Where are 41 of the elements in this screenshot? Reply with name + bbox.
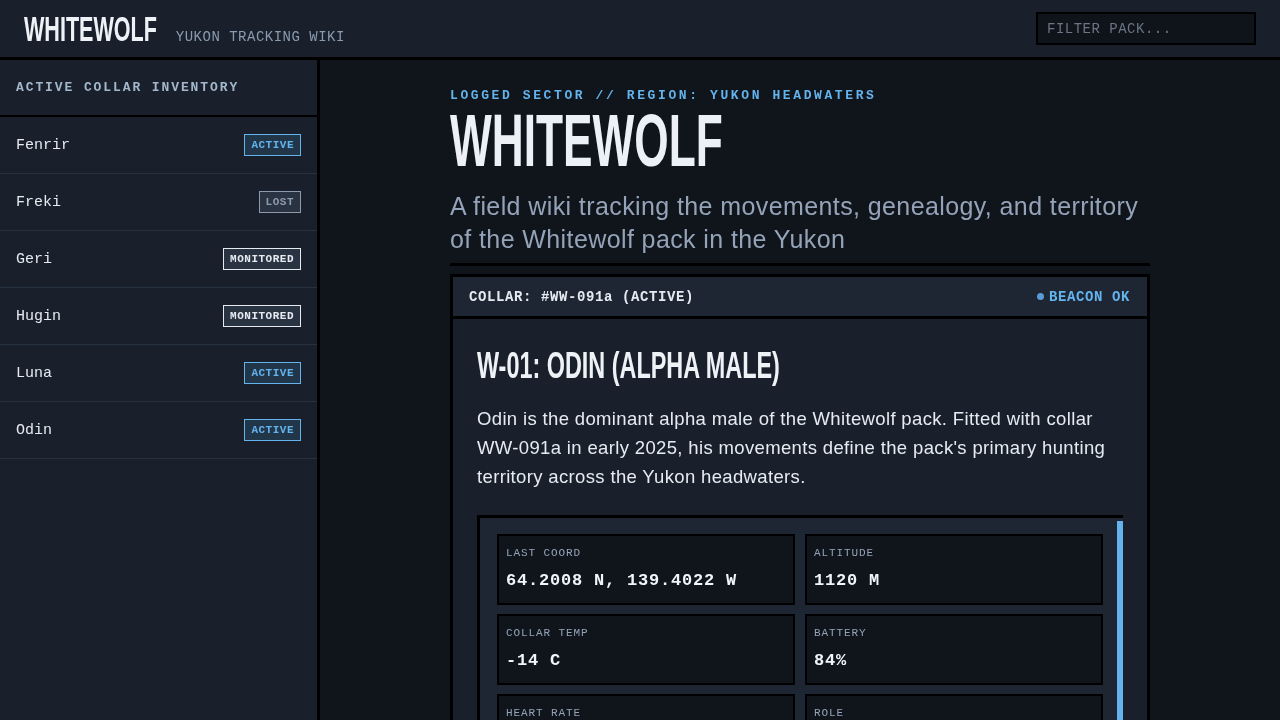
stat-label: HEART RATE: [506, 706, 582, 720]
wolf-name: Geri: [16, 250, 52, 268]
stat-label: ALTITUDE: [814, 546, 875, 560]
stat-value: 84%: [814, 650, 848, 672]
stat-value: -14 C: [506, 650, 562, 672]
status-badge: MONITORED: [223, 305, 301, 327]
status-badge: LOST: [258, 191, 301, 213]
status-badge: MONITORED: [223, 248, 301, 270]
stat-value: 64.2008 N, 139.4022 W: [506, 570, 739, 592]
beacon-status: BEACON OK: [1049, 288, 1130, 305]
wolf-description: Odin is the dominant alpha male of the Whitewolf pack. Fitted with collar WW-091a in early 2025, his movements define the pack's primary hunting territory across the Yukon headwaters.: [477, 407, 1107, 489]
status-badge: ACTIVE: [244, 362, 301, 384]
wolf-name: Luna: [16, 364, 52, 382]
wolf-name: Fenrir: [16, 136, 70, 154]
status-badge: ACTIVE: [244, 419, 301, 441]
sidebar-item[interactable]: Odin ACTIVE: [0, 402, 317, 459]
stat-label: ROLE: [814, 706, 845, 720]
logo-text: WHITEWOLF: [24, 11, 157, 46]
sidebar-title: ACTIVE COLLAR INVENTORY: [16, 80, 240, 95]
wolf-title: W-01: ODIN (ALPHA MALE): [477, 346, 780, 386]
beacon-dot-icon: [1037, 293, 1044, 300]
sidebar-item[interactable]: Geri MONITORED: [0, 231, 317, 288]
wolf-name: Freki: [16, 193, 61, 211]
wolf-name: Odin: [16, 421, 52, 439]
wolf-name: Hugin: [16, 307, 61, 325]
stat-label: COLLAR TEMP: [506, 626, 590, 640]
stat-label: LAST COORD: [506, 546, 582, 560]
sidebar-item[interactable]: Hugin MONITORED: [0, 288, 317, 345]
page-title: WHITEWOLF: [450, 104, 723, 176]
site-subtitle: YUKON TRACKING WIKI: [175, 29, 345, 45]
stat-value: 1120 M: [814, 570, 881, 592]
stat-label: BATTERY: [814, 626, 868, 640]
region-kicker: LOGGED SECTOR // REGION: YUKON HEADWATERS: [450, 88, 878, 104]
sidebar-item[interactable]: Luna ACTIVE: [0, 345, 317, 402]
scrollbar-thumb[interactable]: [1117, 521, 1123, 720]
page-lead: A field wiki tracking the movements, genealogy, and territory of the Whitewolf pack in the Yukon: [450, 191, 1140, 255]
status-badge: ACTIVE: [244, 134, 301, 156]
sidebar-item[interactable]: Freki LOST: [0, 174, 317, 231]
collar-label: COLLAR: #WW-091a (ACTIVE): [469, 288, 695, 305]
filter-field[interactable]: FILTER PACK...: [1036, 12, 1256, 45]
sidebar-item[interactable]: Fenrir ACTIVE: [0, 117, 317, 174]
